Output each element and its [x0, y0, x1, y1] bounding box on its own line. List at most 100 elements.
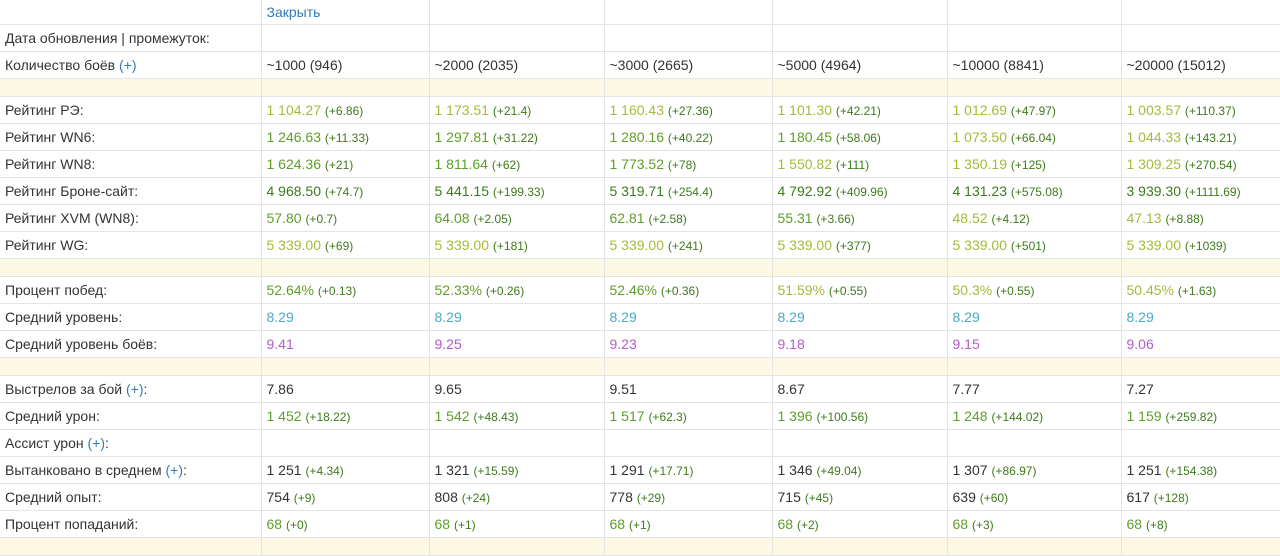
value-cell: 1 550.82 (+111): [771, 150, 947, 178]
cell-delta: (+9): [293, 491, 316, 505]
stat-row: Ассист урон (+):: [0, 429, 1280, 457]
value-cell: 55.31 (+3.66): [771, 204, 947, 232]
value-cell: 1 346 (+49.04): [771, 456, 947, 484]
row-label-text: Средний урон:: [5, 408, 100, 424]
spacer-cell: [1120, 357, 1280, 376]
value-cell: 9.06: [1120, 330, 1280, 358]
spacer-cell: [603, 357, 772, 376]
expand-link[interactable]: (+): [126, 381, 144, 397]
value-cell: 1 246.63 (+11.33): [260, 123, 429, 151]
expand-link[interactable]: (+): [88, 435, 106, 451]
cell-delta: (+48.43): [473, 410, 519, 424]
cell-delta: (+62): [491, 158, 521, 172]
spacer-cell: [771, 537, 947, 556]
value-cell: 754 (+9): [260, 483, 429, 511]
row-label-text: Рейтинг WN8:: [5, 156, 96, 172]
value-cell: 5 339.00 (+377): [771, 231, 947, 259]
cell-value: 52.46%: [609, 282, 657, 298]
value-cell: 9.18: [771, 330, 947, 358]
value-cell: 7.77: [946, 375, 1121, 403]
cell-value: 5 339.00: [434, 237, 490, 253]
row-label-text: Дата обновления | промежуток:: [5, 30, 210, 46]
value-cell: 5 319.71 (+254.4): [603, 177, 772, 205]
value-cell: 68 (+2): [771, 510, 947, 538]
cell-delta: (+0.13): [317, 284, 357, 298]
cell-value: 7.86: [266, 381, 294, 397]
spacer-cell: [946, 258, 1121, 277]
value-cell: 1 291 (+17.71): [603, 456, 772, 484]
cell-delta: (+29): [636, 491, 666, 505]
cell-delta: (+4.34): [305, 464, 344, 478]
cell-delta: (+2): [796, 518, 819, 532]
cell-delta: (+6.86): [324, 104, 364, 118]
value-cell: 7.86: [260, 375, 429, 403]
cell-value: 68: [266, 516, 283, 532]
stat-row: Рейтинг РЭ: 1 104.27 (+6.86) 1 173.51 (+21…: [0, 96, 1280, 124]
cell-delta: (+60): [979, 491, 1009, 505]
expand-link[interactable]: (+): [119, 57, 137, 73]
value-cell: ~5000 (4964): [771, 51, 947, 79]
empty-cell: [603, 0, 772, 25]
row-label: Вытанковано в среднем (+):: [0, 456, 261, 484]
cell-delta: (+21.4): [492, 104, 532, 118]
close-link[interactable]: Закрыть: [267, 4, 321, 20]
row-label: Рейтинг Броне-сайт:: [0, 177, 261, 205]
value-cell: 1 542 (+48.43): [428, 402, 604, 430]
cell-value: ~3000 (2665): [609, 57, 694, 73]
cell-value: 5 339.00: [1126, 237, 1182, 253]
cell-delta: (+42.21): [835, 104, 881, 118]
value-cell: 8.29: [603, 303, 772, 331]
cell-delta: (+66.04): [1010, 131, 1056, 145]
cell-value: 50.45%: [1126, 282, 1174, 298]
cell-delta: (+78): [667, 158, 697, 172]
value-cell: 1 104.27 (+6.86): [260, 96, 429, 124]
value-cell: 1 773.52 (+78): [603, 150, 772, 178]
expand-link[interactable]: (+): [166, 462, 184, 478]
value-cell: 9.51: [603, 375, 772, 403]
value-cell: 1 251 (+154.38): [1120, 456, 1280, 484]
label-suffix: :: [183, 462, 187, 478]
cell-delta: (+2.58): [648, 212, 687, 226]
cell-delta: (+40.22): [667, 131, 713, 145]
spacer-cell: [771, 78, 947, 97]
row-label: Средний уровень:: [0, 303, 261, 331]
cell-value: 1 173.51: [434, 102, 490, 118]
cell-delta: (+143.21): [1184, 131, 1237, 145]
row-label: Рейтинг WN8:: [0, 150, 261, 178]
cell-value: 48.52: [952, 210, 988, 226]
cell-delta: (+181): [492, 239, 528, 253]
cell-value: 1 159: [1126, 408, 1162, 424]
row-label-text: Средний уровень боёв:: [5, 336, 158, 352]
cell-value: 64.08: [434, 210, 470, 226]
spacer-cell: [603, 78, 772, 97]
stat-row: Процент попаданий: 68 (+0) 68 (+1) 68 (+1) 6…: [0, 510, 1280, 538]
row-label: Средний опыт:: [0, 483, 261, 511]
value-cell: 1 073.50 (+66.04): [946, 123, 1121, 151]
cell-delta: (+8.88): [1165, 212, 1204, 226]
cell-delta: (+0.55): [828, 284, 868, 298]
cell-delta: (+2.05): [473, 212, 512, 226]
cell-value: 8.29: [609, 309, 637, 325]
cell-delta: (+144.02): [991, 410, 1044, 424]
cell-value: 5 339.00: [266, 237, 322, 253]
value-cell: 7.27: [1120, 375, 1280, 403]
value-cell: 8.29: [946, 303, 1121, 331]
cell-delta: (+199.33): [492, 185, 545, 199]
row-label-text: Рейтинг WN6:: [5, 129, 96, 145]
value-cell: [771, 24, 947, 52]
value-cell: 1 173.51 (+21.4): [428, 96, 604, 124]
section-spacer-row: [0, 537, 1280, 556]
value-cell: 1 321 (+15.59): [428, 456, 604, 484]
cell-value: 1 073.50: [952, 129, 1008, 145]
value-cell: 8.29: [1120, 303, 1280, 331]
value-cell: 1 624.36 (+21): [260, 150, 429, 178]
cell-value: 5 339.00: [609, 237, 665, 253]
cell-value: 1 180.45: [777, 129, 833, 145]
spacer-cell: [428, 357, 604, 376]
row-label-text: Средний опыт:: [5, 489, 102, 505]
cell-value: 1 003.57: [1126, 102, 1182, 118]
value-cell: 4 968.50 (+74.7): [260, 177, 429, 205]
spacer-cell: [260, 537, 429, 556]
row-label-text: Количество боёв: [5, 57, 116, 73]
cell-value: 1 309.25: [1126, 156, 1182, 172]
